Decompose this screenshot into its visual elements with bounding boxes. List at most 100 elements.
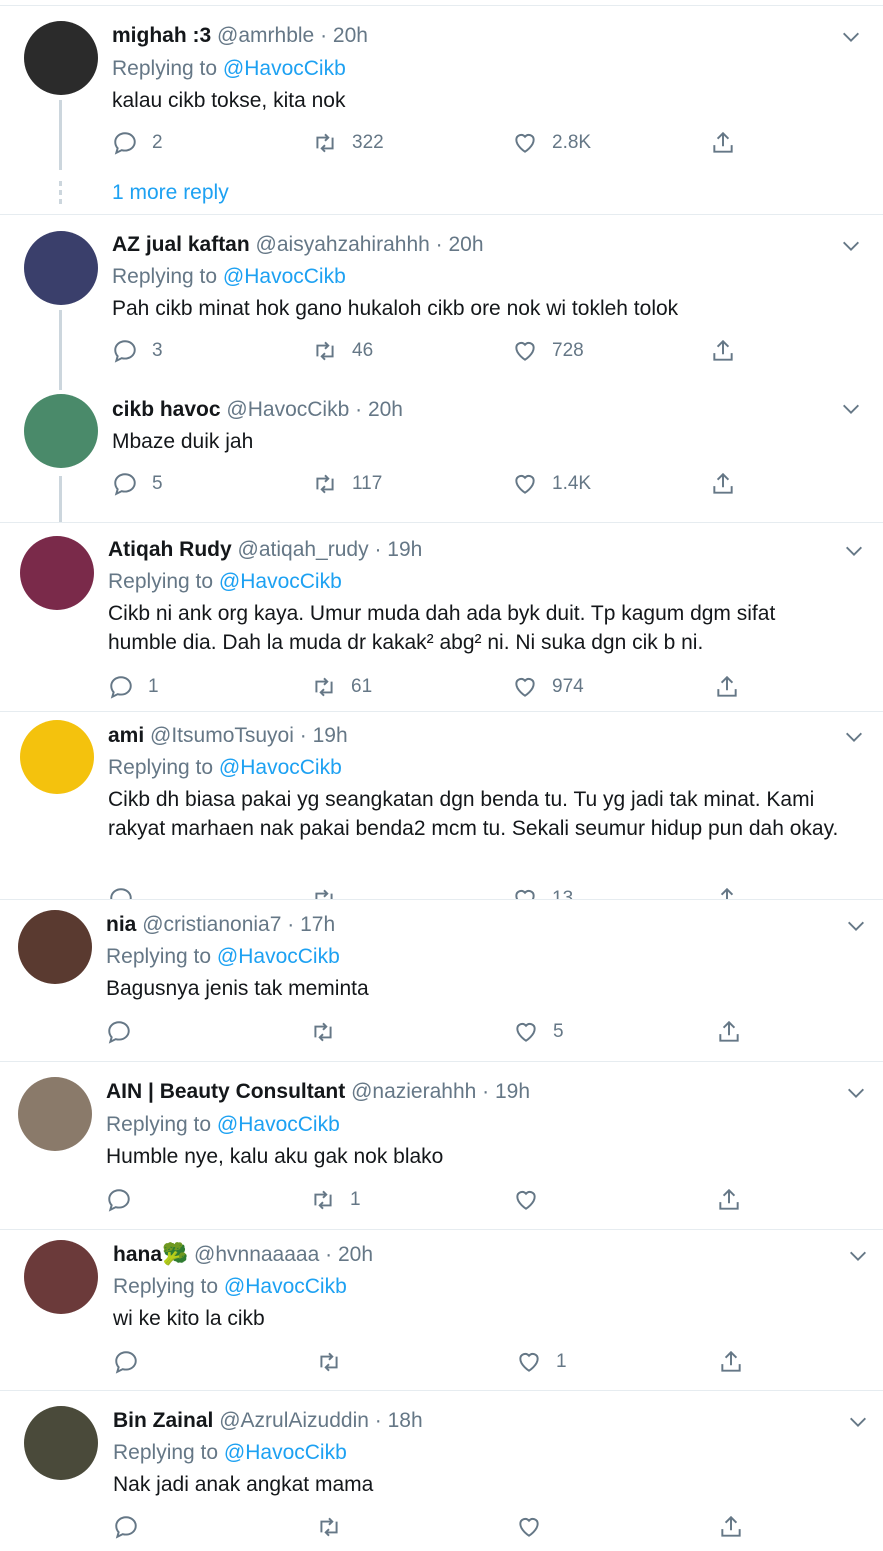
reply-button[interactable]	[106, 1185, 146, 1215]
chevron-down-icon[interactable]	[840, 26, 862, 48]
tweet[interactable]: Bin Zainal @AzrulAizuddin · 18h Replying…	[0, 1391, 883, 1551]
reply-button[interactable]: 3	[112, 336, 163, 366]
retweet-button[interactable]: 117	[312, 469, 382, 499]
retweet-button[interactable]	[316, 1347, 356, 1377]
share-button[interactable]	[716, 1017, 742, 1047]
retweet-button[interactable]: 1	[310, 1185, 361, 1215]
reply-button[interactable]	[113, 1347, 153, 1377]
reply-button[interactable]: 1	[108, 672, 159, 702]
chevron-down-icon[interactable]	[840, 398, 862, 420]
share-button[interactable]	[710, 469, 736, 499]
timestamp[interactable]: 20h	[333, 24, 368, 47]
display-name[interactable]: nia	[106, 913, 136, 936]
display-name[interactable]: Bin Zainal	[113, 1409, 213, 1432]
like-button[interactable]: 13	[512, 884, 573, 899]
avatar[interactable]	[24, 21, 98, 95]
tweet[interactable]: mighah :3 @amrhble · 20h Replying to @Ha…	[0, 0, 883, 214]
share-button[interactable]	[716, 1185, 742, 1215]
tweet[interactable]: cikb havoc @HavocCikb · 20h Mbaze duik j…	[0, 390, 883, 522]
retweet-button[interactable]	[316, 1512, 356, 1542]
chevron-down-icon[interactable]	[847, 1245, 869, 1267]
like-button[interactable]	[513, 1185, 553, 1215]
reply-button[interactable]	[106, 1017, 146, 1047]
tweet[interactable]: ami @ItsumoTsuyoi · 19h Replying to @Hav…	[0, 712, 883, 899]
display-name[interactable]: mighah :3	[112, 24, 211, 47]
share-button[interactable]	[710, 336, 736, 366]
chevron-down-icon[interactable]	[840, 235, 862, 257]
display-name[interactable]: Atiqah Rudy	[108, 538, 232, 561]
share-icon	[713, 131, 733, 153]
avatar[interactable]	[20, 720, 94, 794]
timestamp[interactable]: 19h	[313, 724, 348, 747]
avatar[interactable]	[24, 394, 98, 468]
display-name[interactable]: AZ jual kaftan	[112, 233, 250, 256]
mention-link[interactable]: @HavocCikb	[217, 945, 340, 968]
user-handle[interactable]: @aisyahzahirahhh	[256, 233, 430, 256]
timestamp[interactable]: 18h	[388, 1409, 423, 1432]
avatar[interactable]	[18, 1077, 92, 1151]
reply-button[interactable]	[108, 884, 148, 899]
mention-link[interactable]: @HavocCikb	[219, 570, 342, 593]
retweet-button[interactable]: 61	[311, 672, 372, 702]
avatar[interactable]	[24, 1406, 98, 1480]
share-button[interactable]	[710, 128, 736, 158]
avatar[interactable]	[18, 910, 92, 984]
avatar[interactable]	[24, 231, 98, 305]
tweet[interactable]: AIN | Beauty Consultant @nazierahhh · 19…	[0, 1062, 883, 1229]
mention-link[interactable]: @HavocCikb	[223, 57, 346, 80]
tweet[interactable]: nia @cristianonia7 · 17h Replying to @Ha…	[0, 900, 883, 1061]
user-handle[interactable]: @hvnnaaaaa	[194, 1243, 319, 1266]
display-name[interactable]: cikb havoc	[112, 398, 221, 421]
tweet[interactable]: AZ jual kaftan @aisyahzahirahhh · 20h Re…	[0, 215, 883, 390]
chevron-down-icon[interactable]	[845, 915, 867, 937]
display-name[interactable]: AIN | Beauty Consultant	[106, 1080, 345, 1103]
mention-link[interactable]: @HavocCikb	[217, 1113, 340, 1136]
user-handle[interactable]: @amrhble	[217, 24, 314, 47]
share-button[interactable]	[718, 1347, 744, 1377]
chevron-down-icon[interactable]	[845, 1082, 867, 1104]
mention-link[interactable]: @HavocCikb	[219, 756, 342, 779]
display-name[interactable]: hana🥦	[113, 1243, 188, 1266]
retweet-button[interactable]	[310, 1017, 350, 1047]
user-handle[interactable]: @ItsumoTsuyoi	[150, 724, 294, 747]
mention-link[interactable]: @HavocCikb	[224, 1275, 347, 1298]
timestamp[interactable]: 20h	[449, 233, 484, 256]
user-handle[interactable]: @AzrulAizuddin	[219, 1409, 369, 1432]
share-button[interactable]	[714, 672, 740, 702]
more-replies-link[interactable]: 1 more reply	[112, 181, 229, 205]
like-button[interactable]: 1	[516, 1347, 567, 1377]
reply-button[interactable]: 5	[112, 469, 163, 499]
display-name[interactable]: ami	[108, 724, 144, 747]
avatar[interactable]	[20, 536, 94, 610]
mention-link[interactable]: @HavocCikb	[223, 265, 346, 288]
share-button[interactable]	[714, 884, 740, 899]
like-button[interactable]: 1.4K	[512, 469, 591, 499]
share-button[interactable]	[718, 1512, 744, 1542]
like-button[interactable]: 728	[512, 336, 584, 366]
user-handle[interactable]: @HavocCikb	[226, 398, 349, 421]
like-button[interactable]: 2.8K	[512, 128, 591, 158]
user-handle[interactable]: @atiqah_rudy	[238, 538, 369, 561]
retweet-button[interactable]: 46	[312, 336, 373, 366]
reply-button[interactable]	[113, 1512, 153, 1542]
like-button[interactable]	[516, 1512, 556, 1542]
chevron-down-icon[interactable]	[847, 1411, 869, 1433]
like-button[interactable]: 5	[513, 1017, 564, 1047]
like-button[interactable]: 974	[512, 672, 584, 702]
tweet[interactable]: Atiqah Rudy @atiqah_rudy · 19h Replying …	[0, 523, 883, 711]
chevron-down-icon[interactable]	[843, 726, 865, 748]
user-handle[interactable]: @cristianonia7	[142, 913, 281, 936]
timestamp[interactable]: 20h	[338, 1243, 373, 1266]
retweet-button[interactable]	[311, 884, 351, 899]
mention-link[interactable]: @HavocCikb	[224, 1441, 347, 1464]
timestamp[interactable]: 19h	[495, 1080, 530, 1103]
chevron-down-icon[interactable]	[843, 540, 865, 562]
timestamp[interactable]: 19h	[387, 538, 422, 561]
avatar[interactable]	[24, 1240, 98, 1314]
user-handle[interactable]: @nazierahhh	[351, 1080, 476, 1103]
timestamp[interactable]: 17h	[300, 913, 335, 936]
retweet-button[interactable]: 322	[312, 128, 384, 158]
tweet[interactable]: hana🥦 @hvnnaaaaa · 20h Replying to @Havo…	[0, 1230, 883, 1390]
timestamp[interactable]: 20h	[368, 398, 403, 421]
reply-button[interactable]: 2	[112, 128, 163, 158]
